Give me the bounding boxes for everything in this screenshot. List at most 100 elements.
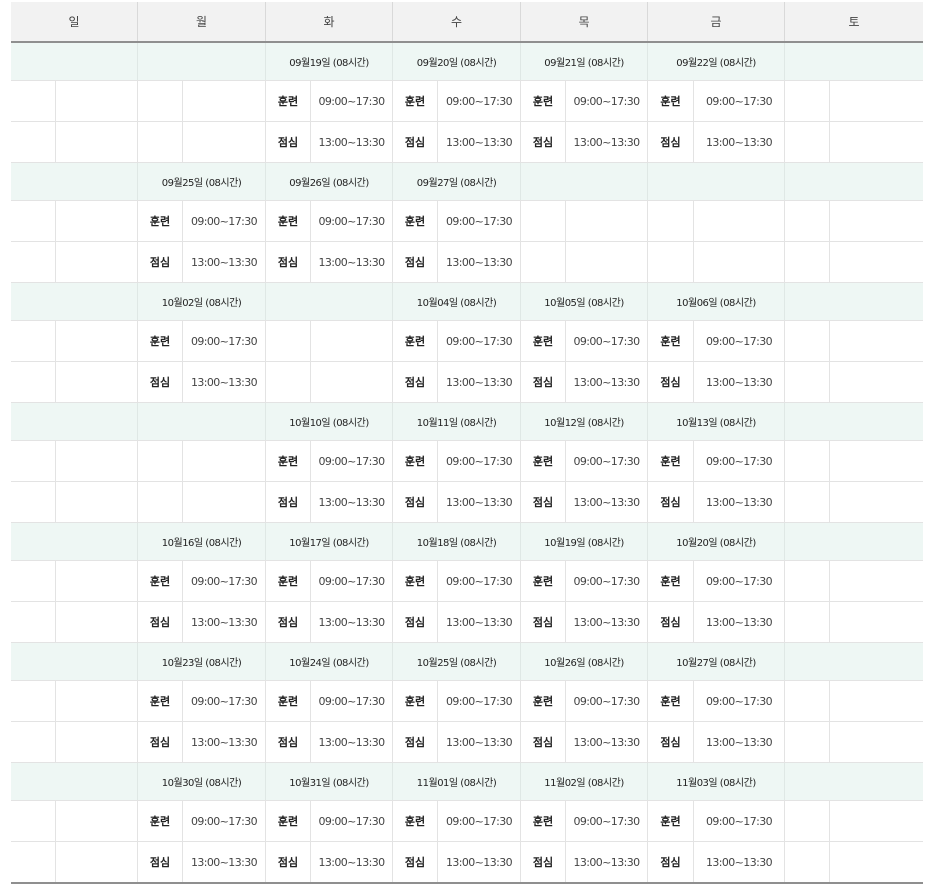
empty-date-cell	[785, 403, 923, 440]
day-date-cell[interactable]: 10월12일 (08시간)	[521, 403, 648, 440]
lunch-label: 점심	[648, 482, 694, 522]
empty-cell	[694, 201, 785, 241]
day-date-cell[interactable]: 10월16일 (08시간)	[138, 523, 266, 560]
lunch-time: 13:00~13:30	[311, 602, 393, 642]
day-date-cell[interactable]: 10월31일 (08시간)	[266, 763, 393, 800]
lunch-label: 점심	[648, 842, 694, 882]
lunch-row: 점심 13:00~13:30 점심 13:00~13:30 점심 13:00~13:30 점…	[11, 362, 923, 403]
train-time: 09:00~17:30	[183, 561, 266, 601]
empty-cell	[266, 362, 311, 402]
empty-cell	[56, 602, 138, 642]
day-date-cell[interactable]: 10월30일 (08시간)	[138, 763, 266, 800]
empty-cell	[830, 722, 923, 762]
empty-cell	[11, 681, 56, 721]
empty-date-cell	[11, 403, 138, 440]
train-label: 훈련	[393, 561, 438, 601]
empty-cell	[830, 842, 923, 882]
empty-date-cell	[785, 643, 923, 680]
train-time: 09:00~17:30	[183, 681, 266, 721]
day-date-cell[interactable]: 11월02일 (08시간)	[521, 763, 648, 800]
empty-cell	[311, 362, 393, 402]
day-date-cell[interactable]: 10월06일 (08시간)	[648, 283, 785, 320]
lunch-time: 13:00~13:30	[311, 482, 393, 522]
day-date-cell[interactable]: 09월19일 (08시간)	[266, 43, 393, 80]
day-date-cell[interactable]: 09월21일 (08시간)	[521, 43, 648, 80]
empty-cell	[785, 681, 830, 721]
empty-cell	[56, 561, 138, 601]
week-date-row: 10월23일 (08시간) 10월24일 (08시간) 10월25일 (08시간) 1…	[11, 643, 923, 681]
day-date-cell[interactable]: 10월02일 (08시간)	[138, 283, 266, 320]
day-date-cell[interactable]: 10월17일 (08시간)	[266, 523, 393, 560]
lunch-time: 13:00~13:30	[183, 602, 266, 642]
day-date-cell[interactable]: 11월03일 (08시간)	[648, 763, 785, 800]
day-date-cell[interactable]: 09월26일 (08시간)	[266, 163, 393, 200]
day-date-cell[interactable]: 09월22일 (08시간)	[648, 43, 785, 80]
train-time: 09:00~17:30	[438, 681, 521, 721]
empty-cell	[785, 602, 830, 642]
lunch-label: 점심	[266, 602, 311, 642]
lunch-label: 점심	[393, 602, 438, 642]
empty-cell	[785, 842, 830, 882]
lunch-label: 점심	[138, 242, 183, 282]
empty-cell	[830, 122, 923, 162]
day-date-cell[interactable]: 10월26일 (08시간)	[521, 643, 648, 680]
empty-date-cell	[11, 763, 138, 800]
empty-cell	[521, 242, 566, 282]
empty-cell	[566, 201, 648, 241]
lunch-label: 점심	[521, 482, 566, 522]
day-date-cell[interactable]: 10월25일 (08시간)	[393, 643, 521, 680]
empty-cell	[56, 722, 138, 762]
day-date-cell[interactable]: 10월27일 (08시간)	[648, 643, 785, 680]
weekday-header: 수	[393, 2, 521, 41]
day-date-cell[interactable]: 10월13일 (08시간)	[648, 403, 785, 440]
day-date-cell[interactable]: 11월01일 (08시간)	[393, 763, 521, 800]
day-date-cell[interactable]: 10월23일 (08시간)	[138, 643, 266, 680]
day-date-cell[interactable]: 09월27일 (08시간)	[393, 163, 521, 200]
day-date-cell[interactable]: 10월11일 (08시간)	[393, 403, 521, 440]
lunch-label: 점심	[138, 722, 183, 762]
train-time: 09:00~17:30	[566, 321, 648, 361]
day-date-cell[interactable]: 10월18일 (08시간)	[393, 523, 521, 560]
lunch-time: 13:00~13:30	[311, 722, 393, 762]
empty-cell	[56, 482, 138, 522]
day-date-cell[interactable]: 10월04일 (08시간)	[393, 283, 521, 320]
lunch-time: 13:00~13:30	[438, 122, 521, 162]
empty-cell	[56, 441, 138, 481]
empty-cell	[11, 81, 56, 121]
empty-cell	[830, 482, 923, 522]
lunch-label: 점심	[393, 122, 438, 162]
empty-cell	[56, 842, 138, 882]
lunch-time: 13:00~13:30	[694, 842, 785, 882]
train-label: 훈련	[393, 801, 438, 841]
empty-cell	[830, 602, 923, 642]
lunch-label: 점심	[138, 362, 183, 402]
lunch-label: 점심	[393, 362, 438, 402]
train-time: 09:00~17:30	[311, 681, 393, 721]
day-date-cell[interactable]: 10월19일 (08시간)	[521, 523, 648, 560]
train-time: 09:00~17:30	[694, 801, 785, 841]
train-label: 훈련	[648, 801, 694, 841]
empty-cell	[183, 441, 266, 481]
empty-cell	[56, 362, 138, 402]
training-row: 훈련 09:00~17:30 훈련 09:00~17:30 훈련 09:00~17:30 훈…	[11, 801, 923, 842]
train-time: 09:00~17:30	[438, 441, 521, 481]
lunch-label: 점심	[138, 602, 183, 642]
lunch-label: 점심	[521, 122, 566, 162]
day-date-cell[interactable]: 10월05일 (08시간)	[521, 283, 648, 320]
empty-cell	[183, 122, 266, 162]
lunch-row: 점심 13:00~13:30 점심 13:00~13:30 점심 13:00~13:30 점…	[11, 602, 923, 643]
empty-cell	[11, 201, 56, 241]
weekday-header: 목	[521, 2, 648, 41]
day-date-cell[interactable]: 09월20일 (08시간)	[393, 43, 521, 80]
day-date-cell[interactable]: 10월24일 (08시간)	[266, 643, 393, 680]
day-date-cell[interactable]: 09월25일 (08시간)	[138, 163, 266, 200]
empty-cell	[11, 801, 56, 841]
train-time: 09:00~17:30	[438, 81, 521, 121]
lunch-row: 점심 13:00~13:30 점심 13:00~13:30 점심 13:00~13:30 점…	[11, 482, 923, 523]
train-time: 09:00~17:30	[566, 681, 648, 721]
empty-cell	[11, 242, 56, 282]
day-date-cell[interactable]: 10월10일 (08시간)	[266, 403, 393, 440]
lunch-time: 13:00~13:30	[566, 362, 648, 402]
day-date-cell[interactable]: 10월20일 (08시간)	[648, 523, 785, 560]
empty-cell	[521, 201, 566, 241]
